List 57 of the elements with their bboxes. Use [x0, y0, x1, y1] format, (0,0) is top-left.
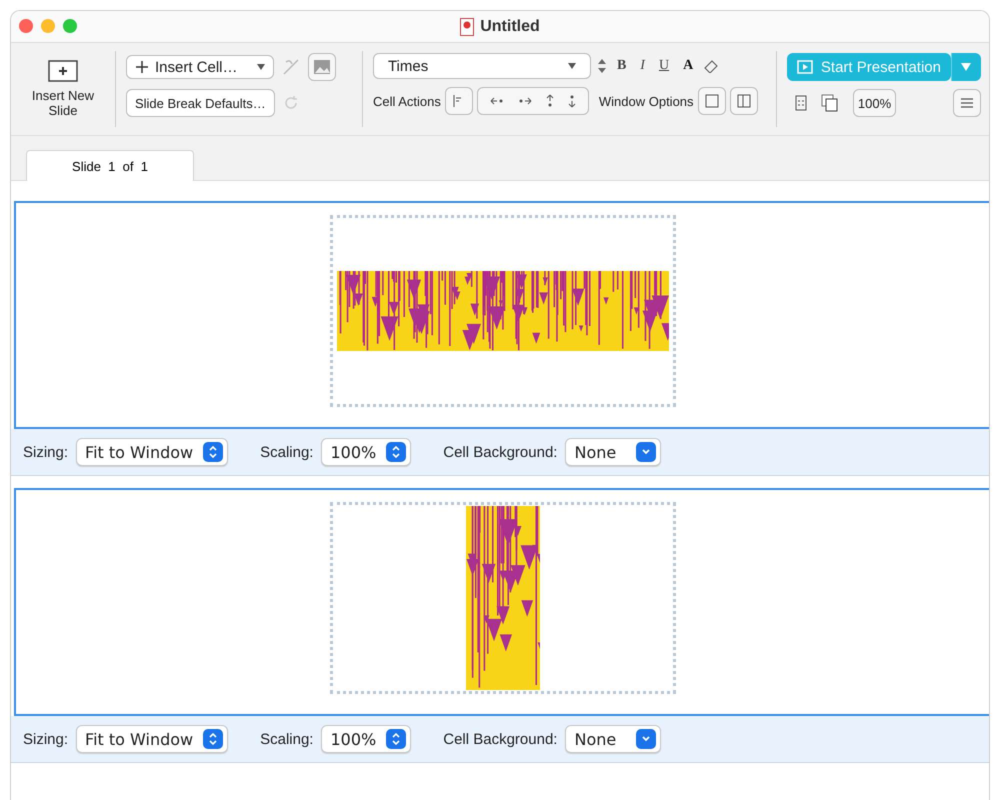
arrow-right-icon — [518, 97, 532, 105]
align-button[interactable] — [444, 87, 473, 115]
document-icon — [460, 18, 474, 36]
menu-button[interactable] — [952, 89, 981, 117]
cell-background-label: Cell Background: — [443, 730, 558, 748]
panel-button[interactable] — [730, 87, 758, 115]
zoom-field[interactable]: 100% — [852, 89, 896, 117]
arrow-up-icon — [546, 94, 554, 108]
stepper-arrows-icon — [207, 732, 220, 746]
stepper-arrows-icon — [207, 445, 220, 459]
slide-tab[interactable]: Slide 1 of 1 — [26, 150, 194, 181]
scaling-dropdown[interactable]: 100% — [321, 438, 412, 466]
size-stepper-icon[interactable] — [596, 58, 607, 74]
eraser-icon[interactable] — [703, 59, 720, 73]
insert-new-slide-label[interactable]: Insert New Slide — [24, 88, 101, 118]
scaling-label: Scaling: — [260, 730, 314, 748]
sizing-label: Sizing: — [23, 444, 68, 460]
picture-icon — [312, 59, 331, 75]
scaling-label: Scaling: — [260, 444, 314, 460]
arrow-down-icon — [568, 94, 576, 108]
square-icon — [704, 94, 719, 108]
slide-break-defaults-button[interactable]: Slide Break Defaults… — [126, 89, 275, 117]
underline-button[interactable]: U — [654, 58, 674, 74]
window-options-label: Window Options — [598, 94, 694, 108]
caret-icon — [961, 63, 972, 71]
sizing-label: Sizing: — [23, 730, 68, 748]
font-dropdown[interactable]: Times — [372, 53, 591, 79]
pages-icon[interactable] — [820, 94, 839, 112]
cell-background-dropdown[interactable]: None — [565, 725, 662, 753]
image-button[interactable] — [308, 53, 336, 81]
slide-cell[interactable] — [14, 488, 989, 714]
window-title: Untitled — [480, 18, 540, 36]
caret-icon — [568, 63, 576, 69]
stepper-arrows-icon — [390, 732, 402, 746]
slide-cell[interactable] — [14, 201, 989, 427]
fit-window-button[interactable] — [698, 87, 726, 115]
plus-icon — [134, 60, 149, 74]
stepper-arrows-icon — [390, 445, 402, 459]
arrow-left-icon — [490, 97, 504, 105]
italic-button[interactable]: I — [636, 58, 649, 74]
play-icon — [796, 60, 813, 74]
panel-icon — [736, 94, 751, 108]
menu-icon — [960, 97, 974, 109]
bold-button[interactable]: B — [612, 58, 630, 74]
cell-actions-label: Cell Actions — [372, 94, 441, 108]
calculator-icon[interactable] — [794, 95, 807, 111]
sizing-dropdown[interactable]: Fit to Window — [76, 725, 228, 753]
cell-background-dropdown[interactable]: None — [565, 438, 662, 466]
caret-icon — [256, 64, 265, 70]
cell-move-buttons[interactable] — [476, 87, 589, 115]
text-color-button[interactable]: A — [679, 58, 698, 74]
cell-background-label: Cell Background: — [443, 444, 558, 460]
new-slide-icon[interactable] — [48, 60, 78, 82]
scaling-dropdown[interactable]: 100% — [321, 725, 412, 753]
insert-cell-button[interactable]: Insert Cell… — [126, 55, 274, 79]
sizing-dropdown[interactable]: Fit to Window — [76, 438, 228, 466]
close-icon[interactable] — [19, 19, 33, 33]
